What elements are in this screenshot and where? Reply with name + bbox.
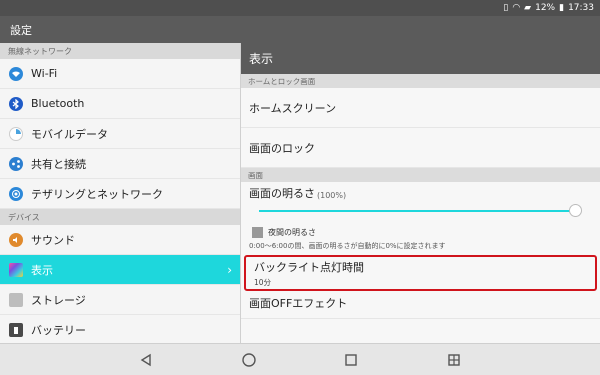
wifi-status-icon: ◠ bbox=[512, 3, 521, 13]
status-bar: ▯ ◠ ▰ 12% ▮ 17:33 bbox=[0, 0, 600, 16]
sidebar-item-label: Wi-Fi bbox=[31, 67, 58, 80]
signal-icon: ▰ bbox=[524, 3, 532, 13]
sound-icon bbox=[9, 232, 23, 247]
screen-off-effect-label: 画面OFFエフェクト bbox=[249, 297, 348, 310]
sidebar-item-mobile-data[interactable]: モバイルデータ bbox=[0, 119, 240, 149]
navigation-bar bbox=[0, 343, 600, 375]
recent-apps-button[interactable] bbox=[342, 351, 360, 369]
sidebar-item-wifi[interactable]: Wi-Fi bbox=[0, 59, 240, 89]
settings-category-list: 無線ネットワーク Wi-Fi Bluetooth モバイルデータ 共有と接続 テ… bbox=[0, 43, 240, 343]
display-icon bbox=[9, 262, 23, 277]
display-settings-pane: 表示 ホームとロック画面 ホームスクリーン 画面のロック 画面 画面の明るさ (… bbox=[240, 43, 600, 343]
sidebar-item-label: バッテリー bbox=[31, 323, 86, 337]
app-title: 設定 bbox=[10, 23, 32, 37]
bluetooth-icon bbox=[9, 96, 23, 111]
sidebar-item-label: 共有と接続 bbox=[31, 157, 86, 171]
home-screen-item[interactable]: ホームスクリーン bbox=[241, 88, 600, 128]
sidebar-item-label: サウンド bbox=[31, 233, 75, 247]
battery-icon bbox=[9, 322, 23, 337]
lock-screen-item[interactable]: 画面のロック bbox=[241, 128, 600, 168]
back-button[interactable] bbox=[137, 351, 155, 369]
home-button[interactable] bbox=[240, 351, 258, 369]
sidebar-item-sound[interactable]: サウンド bbox=[0, 225, 240, 255]
night-brightness-row[interactable]: 夜間の明るさ bbox=[241, 223, 600, 241]
section-header-home-lock: ホームとロック画面 bbox=[241, 74, 600, 88]
night-brightness-label: 夜間の明るさ bbox=[268, 227, 316, 237]
sidebar-item-label: テザリングとネットワーク bbox=[31, 187, 163, 201]
recent-apps-icon bbox=[345, 353, 357, 366]
home-screen-label: ホームスクリーン bbox=[249, 101, 337, 115]
section-header-screen: 画面 bbox=[241, 168, 600, 182]
sidebar-item-label: Bluetooth bbox=[31, 97, 85, 110]
night-brightness-description: 0:00～6:00の間、画面の明るさが自動的に0%に設定されます bbox=[249, 242, 446, 250]
sidebar-item-label: ストレージ bbox=[31, 293, 86, 307]
sidebar-item-storage[interactable]: ストレージ bbox=[0, 285, 240, 315]
share-icon bbox=[9, 156, 23, 171]
back-icon bbox=[140, 353, 151, 366]
tethering-icon bbox=[9, 186, 23, 201]
wifi-icon bbox=[9, 66, 23, 81]
night-brightness-checkbox[interactable] bbox=[252, 226, 263, 238]
brightness-row: 画面の明るさ (100%) bbox=[241, 182, 600, 201]
slider-track bbox=[259, 210, 576, 212]
dual-window-icon bbox=[448, 353, 460, 366]
sidebar-item-share-connect[interactable]: 共有と接続 bbox=[0, 149, 240, 179]
sidebar-item-tethering[interactable]: テザリングとネットワーク bbox=[0, 179, 240, 209]
sidebar-item-bluetooth[interactable]: Bluetooth bbox=[0, 89, 240, 119]
section-header-wireless: 無線ネットワーク bbox=[0, 43, 240, 59]
dual-window-button[interactable] bbox=[445, 351, 463, 369]
lock-screen-label: 画面のロック bbox=[249, 141, 315, 155]
pane-title: 表示 bbox=[241, 43, 600, 74]
section-header-device: デバイス bbox=[0, 209, 240, 225]
clock: 17:33 bbox=[568, 3, 594, 13]
screen-off-effect-item[interactable]: 画面OFFエフェクト bbox=[241, 291, 600, 319]
backlight-timeout-value: 10分 bbox=[254, 277, 272, 287]
home-icon bbox=[242, 352, 256, 367]
backlight-timeout-item[interactable]: バックライト点灯時間 10分 bbox=[244, 255, 597, 291]
battery-percent: 12% bbox=[535, 3, 556, 13]
sidebar-item-battery[interactable]: バッテリー bbox=[0, 315, 240, 343]
sidebar-item-display[interactable]: 表示 › bbox=[0, 255, 240, 285]
phone-icon: ▯ bbox=[503, 3, 509, 13]
brightness-slider[interactable] bbox=[241, 201, 600, 223]
app-bar: 設定 bbox=[0, 16, 600, 43]
slider-thumb[interactable] bbox=[569, 204, 582, 217]
brightness-label: 画面の明るさ bbox=[249, 187, 315, 200]
chevron-right-icon: › bbox=[227, 262, 232, 277]
mobile-data-icon bbox=[9, 126, 23, 141]
sidebar-item-label: 表示 bbox=[31, 263, 53, 277]
brightness-value: (100%) bbox=[317, 191, 347, 200]
sidebar-item-label: モバイルデータ bbox=[31, 127, 108, 141]
backlight-timeout-label: バックライト点灯時間 bbox=[254, 260, 364, 274]
battery-icon: ▮ bbox=[559, 3, 565, 13]
storage-icon bbox=[9, 292, 23, 307]
